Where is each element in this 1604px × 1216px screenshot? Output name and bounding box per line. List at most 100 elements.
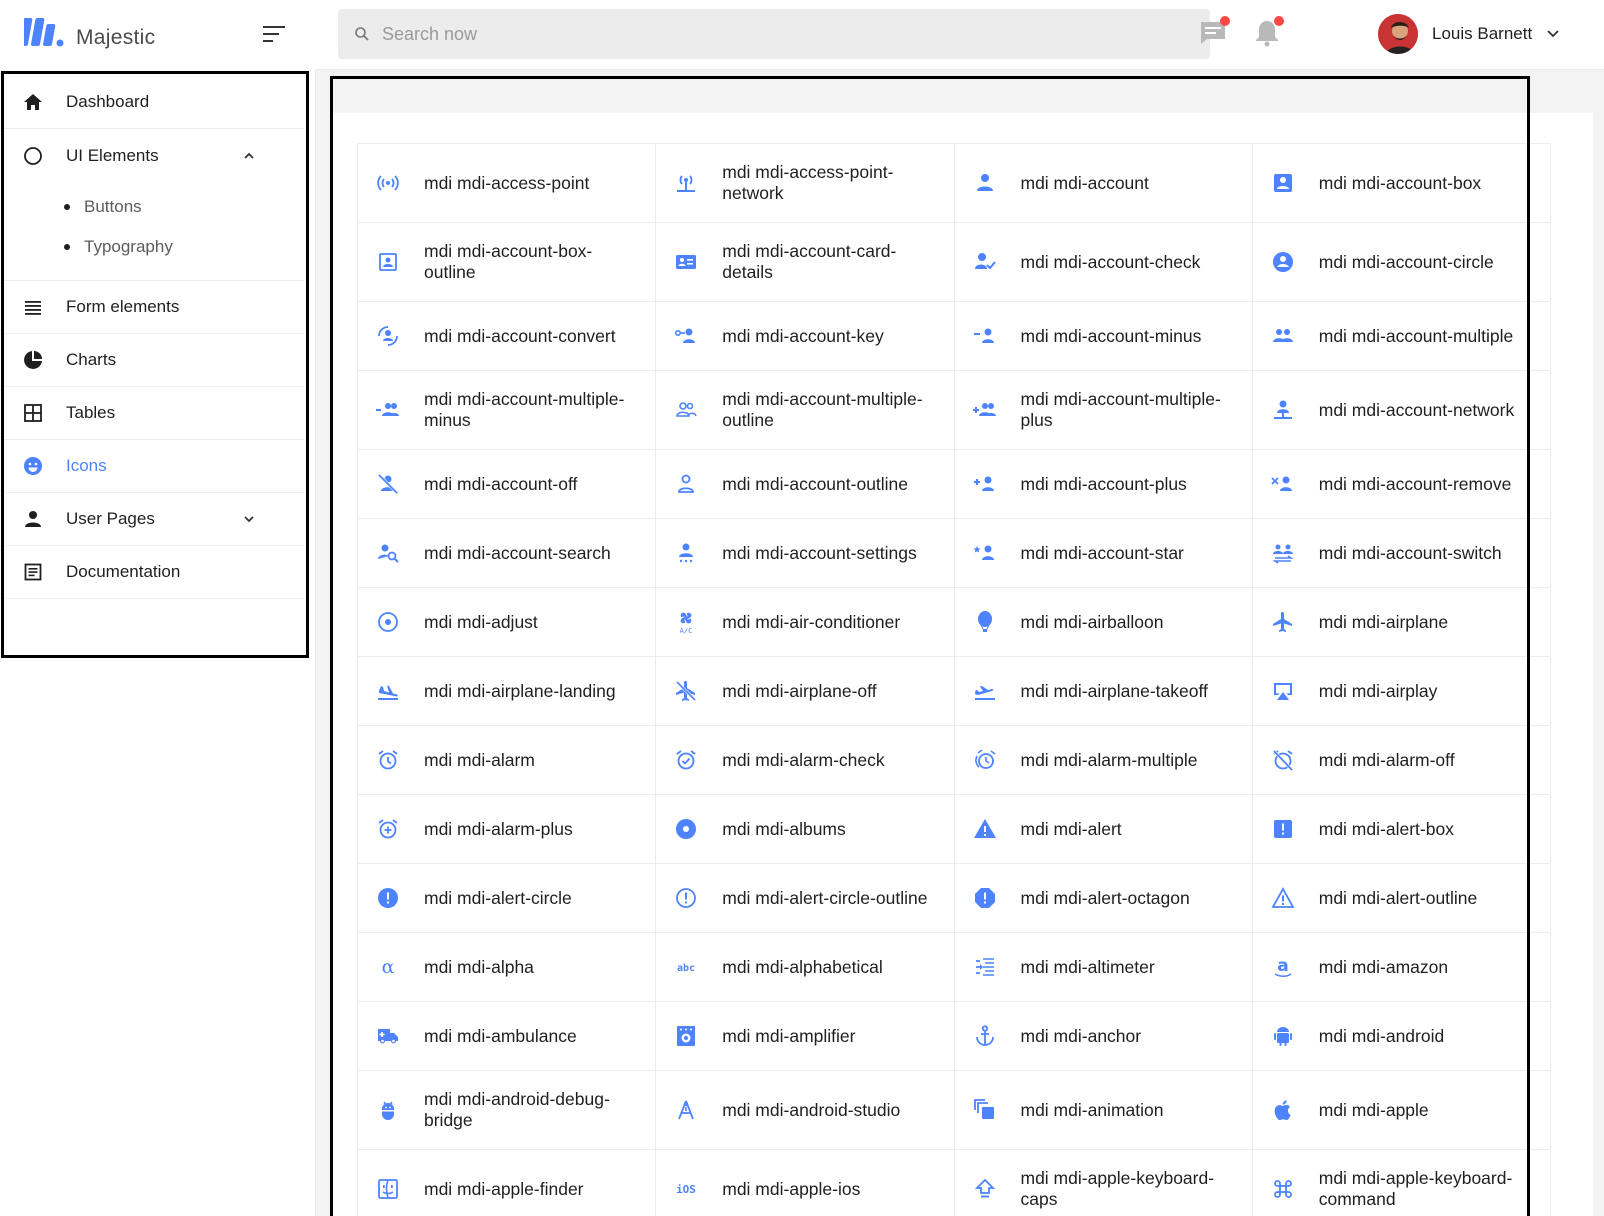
icon-cell-apple-finder[interactable]: mdi mdi-apple-finder — [358, 1150, 657, 1216]
icon-cell-account-settings[interactable]: mdi mdi-account-settings — [656, 519, 955, 587]
icon-cell-altimeter[interactable]: mdi mdi-altimeter — [955, 933, 1253, 1001]
search-input[interactable] — [382, 23, 1162, 45]
icon-cell-airplane-off[interactable]: mdi mdi-airplane-off — [656, 657, 955, 725]
icon-cell-account-key[interactable]: mdi mdi-account-key — [656, 302, 955, 370]
icon-cell-account-box[interactable]: mdi mdi-account-box — [1253, 144, 1551, 222]
icon-cell-alert-circle[interactable]: mdi mdi-alert-circle — [358, 864, 657, 932]
icon-cell-account[interactable]: mdi mdi-account — [955, 144, 1253, 222]
icon-grid-row: mdi mdi-airplane-landing mdi mdi-airplane… — [358, 657, 1551, 726]
icon-cell-account-off[interactable]: mdi mdi-account-off — [358, 450, 657, 518]
icon-class-label: mdi mdi-account-remove — [1318, 473, 1512, 494]
access-point-network-icon — [674, 171, 698, 195]
icon-cell-alarm-check[interactable]: mdi mdi-alarm-check — [656, 726, 955, 794]
sidebar-item-form-elements[interactable]: Form elements — [4, 281, 304, 334]
icon-cell-albums[interactable]: mdi mdi-albums — [656, 795, 955, 863]
icon-cell-airplane[interactable]: mdi mdi-airplane — [1253, 588, 1551, 656]
account-multiple-minus-icon — [376, 398, 400, 422]
icon-cell-account-box-outline[interactable]: mdi mdi-account-box-outline — [358, 223, 657, 301]
chevron-up-icon[interactable] — [242, 149, 256, 163]
icon-cell-account-card-details[interactable]: mdi mdi-account-card-details — [656, 223, 955, 301]
icon-grid-row: mdi mdi-apple-finder iOS mdi mdi-apple-ios… — [358, 1150, 1551, 1216]
icon-cell-ambulance[interactable]: mdi mdi-ambulance — [358, 1002, 657, 1070]
icon-cell-alarm[interactable]: mdi mdi-alarm — [358, 726, 657, 794]
bell-icon[interactable] — [1252, 16, 1286, 50]
sidebar-item-documentation[interactable]: Documentation — [4, 546, 304, 599]
icon-cell-alert-octagon[interactable]: mdi mdi-alert-octagon — [955, 864, 1253, 932]
icon-class-label: mdi mdi-apple-finder — [424, 1178, 584, 1199]
icon-cell-amazon[interactable]: a mdi mdi-amazon — [1253, 933, 1551, 1001]
icon-cell-android-studio[interactable]: mdi mdi-android-studio — [656, 1071, 955, 1149]
sidebar-subitem-typography[interactable]: Typography — [64, 237, 173, 257]
icon-cell-alert[interactable]: mdi mdi-alert — [955, 795, 1253, 863]
icon-class-label: mdi mdi-account-switch — [1318, 542, 1502, 563]
sidebar-toggle-icon[interactable] — [260, 22, 290, 46]
icon-cell-account-plus[interactable]: mdi mdi-account-plus — [955, 450, 1253, 518]
icon-cell-account-multiple[interactable]: mdi mdi-account-multiple — [1253, 302, 1551, 370]
icon-cell-account-circle[interactable]: mdi mdi-account-circle — [1253, 223, 1551, 301]
icon-cell-account-multiple-minus[interactable]: mdi mdi-account-multiple-minus — [358, 371, 657, 449]
icon-cell-apple-ios[interactable]: iOS mdi mdi-apple-ios — [656, 1150, 955, 1216]
icon-cell-account-search[interactable]: mdi mdi-account-search — [358, 519, 657, 587]
airplane-landing-icon — [376, 679, 400, 703]
icon-cell-apple[interactable]: mdi mdi-apple — [1253, 1071, 1551, 1149]
search-bar[interactable] — [338, 9, 1210, 59]
majestic-logo-icon[interactable] — [24, 16, 66, 48]
icon-cell-account-convert[interactable]: mdi mdi-account-convert — [358, 302, 657, 370]
icon-cell-alphabetical[interactable]: abc mdi mdi-alphabetical — [656, 933, 955, 1001]
icon-cell-alert-circle-outline[interactable]: mdi mdi-alert-circle-outline — [656, 864, 955, 932]
sidebar-item-charts[interactable]: Charts — [4, 334, 304, 387]
icon-cell-account-multiple-outline[interactable]: mdi mdi-account-multiple-outline — [656, 371, 955, 449]
icon-cell-account-multiple-plus[interactable]: mdi mdi-account-multiple-plus — [955, 371, 1253, 449]
icon-cell-account-network[interactable]: mdi mdi-account-network — [1253, 371, 1551, 449]
icon-cell-android[interactable]: mdi mdi-android — [1253, 1002, 1551, 1070]
icon-cell-account-star[interactable]: mdi mdi-account-star — [955, 519, 1253, 587]
icon-cell-alert-box[interactable]: mdi mdi-alert-box — [1253, 795, 1551, 863]
icon-cell-airplay[interactable]: mdi mdi-airplay — [1253, 657, 1551, 725]
sidebar-item-label: Form elements — [66, 297, 180, 316]
avatar[interactable] — [1378, 14, 1418, 54]
chevron-down-icon[interactable] — [1546, 27, 1560, 41]
icon-cell-airplane-landing[interactable]: mdi mdi-airplane-landing — [358, 657, 657, 725]
icon-class-label: mdi mdi-alert-box — [1318, 818, 1454, 839]
icon-cell-animation[interactable]: mdi mdi-animation — [955, 1071, 1253, 1149]
icon-cell-anchor[interactable]: mdi mdi-anchor — [955, 1002, 1253, 1070]
alert-circle-icon — [376, 886, 400, 910]
icon-cell-account-check[interactable]: mdi mdi-account-check — [955, 223, 1253, 301]
chevron-down-icon[interactable] — [242, 512, 256, 526]
icon-cell-account-minus[interactable]: mdi mdi-account-minus — [955, 302, 1253, 370]
icon-cell-air-conditioner[interactable]: A/C mdi mdi-air-conditioner — [656, 588, 955, 656]
user-profile-menu[interactable]: Louis Barnett — [1378, 12, 1560, 56]
sidebar-item-tables[interactable]: Tables — [4, 387, 304, 440]
icon-class-label: mdi mdi-alert-circle-outline — [722, 887, 928, 908]
sidebar-item-ui-elements[interactable]: UI Elements — [4, 129, 304, 182]
icon-cell-access-point-network[interactable]: mdi mdi-access-point-network — [656, 144, 955, 222]
account-network-icon — [1271, 398, 1295, 422]
icon-cell-alert-outline[interactable]: mdi mdi-alert-outline — [1253, 864, 1551, 932]
icon-cell-account-remove[interactable]: mdi mdi-account-remove — [1253, 450, 1551, 518]
icon-class-label: mdi mdi-account-box — [1318, 172, 1482, 193]
icon-cell-amplifier[interactable]: mdi mdi-amplifier — [656, 1002, 955, 1070]
sidebar-item-user-pages[interactable]: User Pages — [4, 493, 304, 546]
icon-grid-row: mdi mdi-account-off mdi mdi-account-outli… — [358, 450, 1551, 519]
icon-cell-access-point[interactable]: mdi mdi-access-point — [358, 144, 657, 222]
icon-cell-adjust[interactable]: mdi mdi-adjust — [358, 588, 657, 656]
sidebar-subitem-buttons[interactable]: Buttons — [64, 197, 142, 217]
sidebar-item-icons[interactable]: Icons — [4, 440, 304, 493]
icon-class-label: mdi mdi-altimeter — [1020, 956, 1155, 977]
icon-cell-alarm-off[interactable]: mdi mdi-alarm-off — [1253, 726, 1551, 794]
icon-class-label: mdi mdi-account-minus — [1020, 325, 1202, 346]
icon-cell-alarm-multiple[interactable]: mdi mdi-alarm-multiple — [955, 726, 1253, 794]
account-minus-icon — [973, 324, 997, 348]
icon-cell-alarm-plus[interactable]: mdi mdi-alarm-plus — [358, 795, 657, 863]
icon-cell-account-switch[interactable]: mdi mdi-account-switch — [1253, 519, 1551, 587]
icon-cell-account-outline[interactable]: mdi mdi-account-outline — [656, 450, 955, 518]
icon-cell-alpha[interactable]: α mdi mdi-alpha — [358, 933, 657, 1001]
icon-cell-airplane-takeoff[interactable]: mdi mdi-airplane-takeoff — [955, 657, 1253, 725]
icon-cell-apple-keyboard-command[interactable]: mdi mdi-apple-keyboard-command — [1253, 1150, 1551, 1216]
alpha-icon: α — [376, 955, 400, 979]
sidebar-item-dashboard[interactable]: Dashboard — [4, 76, 304, 129]
icon-cell-apple-keyboard-caps[interactable]: mdi mdi-apple-keyboard-caps — [955, 1150, 1253, 1216]
messages-icon[interactable] — [1198, 16, 1232, 50]
icon-cell-android-debug-bridge[interactable]: mdi mdi-android-debug-bridge — [358, 1071, 657, 1149]
icon-cell-airballoon[interactable]: mdi mdi-airballoon — [955, 588, 1253, 656]
